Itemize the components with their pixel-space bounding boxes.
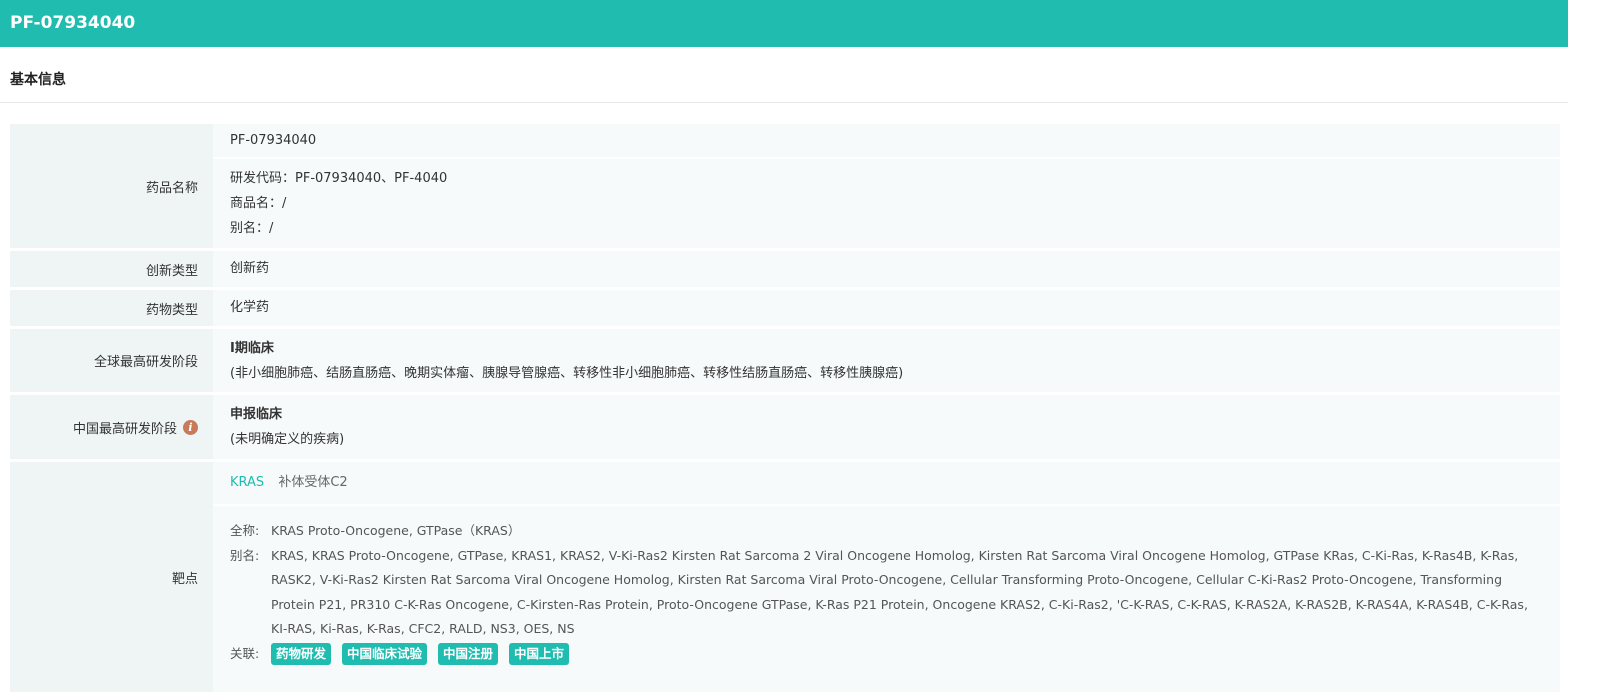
target-alias-row: 别名: KRAS, KRAS Proto-Oncogene, GTPase, K… [230, 544, 1543, 642]
section-title-text: 基本信息 [10, 72, 66, 88]
row-label: 全球最高研发阶段 [10, 329, 213, 392]
related-tags: 药物研发 中国临床试验 中国注册 中国上市 [271, 642, 1543, 667]
fullname-key: 全称: [230, 523, 260, 538]
china-indications: (未明确定义的疾病) [230, 432, 345, 447]
alias-value: KRAS, KRAS Proto-Oncogene, GTPase, KRAS1… [271, 547, 1528, 637]
alias-key: 别名: [230, 547, 260, 563]
innovation-value: 创新药 [213, 251, 1560, 287]
row-global-stage: 全球最高研发阶段 Ⅰ期临床 (非小细胞肺癌、结肠直肠癌、晚期实体瘤、胰腺导管腺癌… [10, 329, 1560, 392]
china-stage-label: 中国最高研发阶段 [72, 421, 177, 437]
target-detail: 全称: KRAS Proto-Oncogene, GTPase（KRAS） 别名… [213, 504, 1560, 666]
target-fullname-row: 全称: KRAS Proto-Oncogene, GTPase（KRAS） [230, 519, 1543, 544]
row-label: 靶点 [10, 462, 213, 692]
row-drug-type: 药物类型 化学药 [10, 290, 1560, 326]
target-link-kras[interactable]: KRAS [230, 475, 264, 490]
drug-title: PF-07934040 [10, 13, 136, 33]
drug-names-block: 研发代码：PF-07934040、PF-4040 商品名：/ 别名：/ [213, 157, 1560, 241]
page-header: PF-07934040 [0, 0, 1568, 47]
alias-name: 别名：/ [230, 221, 274, 236]
drug-primary-name: PF-07934040 [230, 133, 317, 148]
tag-drug-rd[interactable]: 药物研发 [271, 642, 332, 665]
tag-china-market[interactable]: 中国上市 [509, 642, 570, 665]
target-link-c2[interactable]: 补体受体C2 [278, 475, 347, 490]
target-related-row: 关联: 药物研发 中国临床试验 中国注册 中国上市 [230, 642, 1543, 667]
dev-code: 研发代码：PF-07934040、PF-4040 [230, 171, 448, 186]
row-china-stage: 中国最高研发阶段 i 申报临床 (未明确定义的疾病) [10, 395, 1560, 459]
row-target: 靶点 KRAS 补体受体C2 全称: KRAS Proto-Oncogene, … [10, 462, 1560, 692]
info-table: 药品名称 PF-07934040 研发代码：PF-07934040、PF-404… [10, 124, 1560, 695]
china-stage-value: 申报临床 (未明确定义的疾病) [213, 395, 1560, 459]
drug-type-value: 化学药 [213, 290, 1560, 326]
trade-name: 商品名：/ [230, 196, 287, 211]
row-label: 药物类型 [10, 290, 213, 326]
row-drug-name: 药品名称 PF-07934040 研发代码：PF-07934040、PF-404… [10, 124, 1560, 248]
related-key: 关联: [230, 645, 260, 661]
global-stage: Ⅰ期临床 [230, 341, 274, 356]
tag-china-trial[interactable]: 中国临床试验 [342, 642, 428, 665]
tag-china-registration[interactable]: 中国注册 [438, 642, 499, 665]
target-value: KRAS 补体受体C2 全称: KRAS Proto-Oncogene, GTP… [213, 462, 1560, 692]
info-icon[interactable]: i [183, 419, 198, 435]
china-stage: 申报临床 [230, 407, 283, 422]
row-value: PF-07934040 研发代码：PF-07934040、PF-4040 商品名… [213, 124, 1560, 248]
section-title: 基本信息 [0, 57, 1568, 103]
row-label: 创新类型 [10, 251, 213, 287]
target-links: KRAS 补体受体C2 [213, 462, 1560, 504]
global-stage-value: Ⅰ期临床 (非小细胞肺癌、结肠直肠癌、晚期实体瘤、胰腺导管腺癌、转移性非小细胞肺… [213, 329, 1560, 392]
row-label: 药品名称 [10, 124, 213, 248]
row-label: 中国最高研发阶段 i [10, 395, 213, 459]
row-innovation: 创新类型 创新药 [10, 251, 1560, 287]
fullname-value: KRAS Proto-Oncogene, GTPase（KRAS） [271, 523, 521, 538]
global-indications: (非小细胞肺癌、结肠直肠癌、晚期实体瘤、胰腺导管腺癌、转移性非小细胞肺癌、转移性… [230, 366, 904, 381]
